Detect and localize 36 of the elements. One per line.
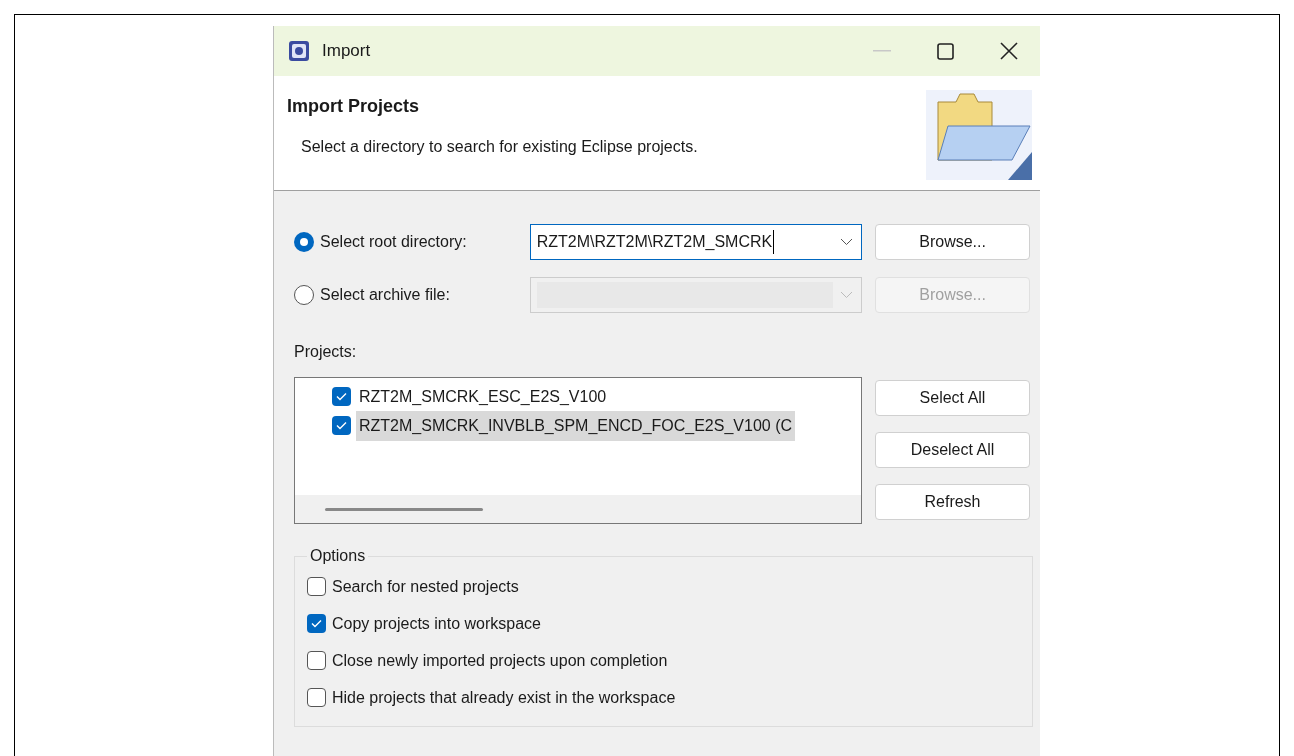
check-icon xyxy=(336,421,347,430)
folder-icon xyxy=(926,90,1032,180)
page-description: Select a directory to search for existing Eclipse projects. xyxy=(301,137,698,157)
group-title: Options xyxy=(309,546,367,566)
project-item[interactable]: RZT2M_SMCRK_INVBLB_SPM_ENCD_FOC_E2S_V100 (C xyxy=(356,410,796,441)
option-label: Close newly imported projects upon completion xyxy=(332,650,668,671)
app-icon xyxy=(288,40,310,62)
browse-button[interactable]: Browse... xyxy=(875,224,1030,260)
checkbox[interactable] xyxy=(307,614,326,633)
close-icon[interactable] xyxy=(1000,42,1018,60)
check-icon xyxy=(311,619,322,628)
window-title: Import xyxy=(322,40,371,63)
maximize-icon[interactable] xyxy=(937,42,954,60)
horizontal-scrollbar[interactable] xyxy=(295,495,861,523)
option-label: Hide projects that already exist in the workspace xyxy=(332,687,676,708)
list-action-button[interactable]: Refresh xyxy=(875,484,1030,520)
checkbox[interactable] xyxy=(332,387,351,406)
project-item[interactable]: RZT2M_SMCRK_ESC_E2S_V100 xyxy=(356,381,610,412)
radio-label: Select root directory: xyxy=(320,232,467,252)
checkbox[interactable] xyxy=(307,651,326,670)
list-action-button[interactable]: Deselect All xyxy=(875,432,1030,468)
projects-label: Projects: xyxy=(294,342,358,362)
combo-field[interactable]: RZT2M\RZT2M\RZT2M_SMCRK xyxy=(529,224,863,260)
field-value: RZT2M\RZT2M\RZT2M_SMCRK xyxy=(536,230,775,254)
radio-label: Select archive file: xyxy=(320,285,450,305)
checkbox[interactable] xyxy=(307,688,326,707)
option-label: Search for nested projects xyxy=(332,576,519,597)
list-action-button[interactable]: Select All xyxy=(875,380,1030,416)
chevron-down-icon xyxy=(840,291,854,299)
checkbox[interactable] xyxy=(307,577,326,596)
checkbox[interactable] xyxy=(332,416,351,435)
check-icon xyxy=(336,392,347,401)
radio-button[interactable] xyxy=(294,232,314,252)
page-title: Import Projects xyxy=(287,95,421,118)
chevron-down-icon xyxy=(840,238,854,246)
option-label: Copy projects into workspace xyxy=(332,613,541,634)
